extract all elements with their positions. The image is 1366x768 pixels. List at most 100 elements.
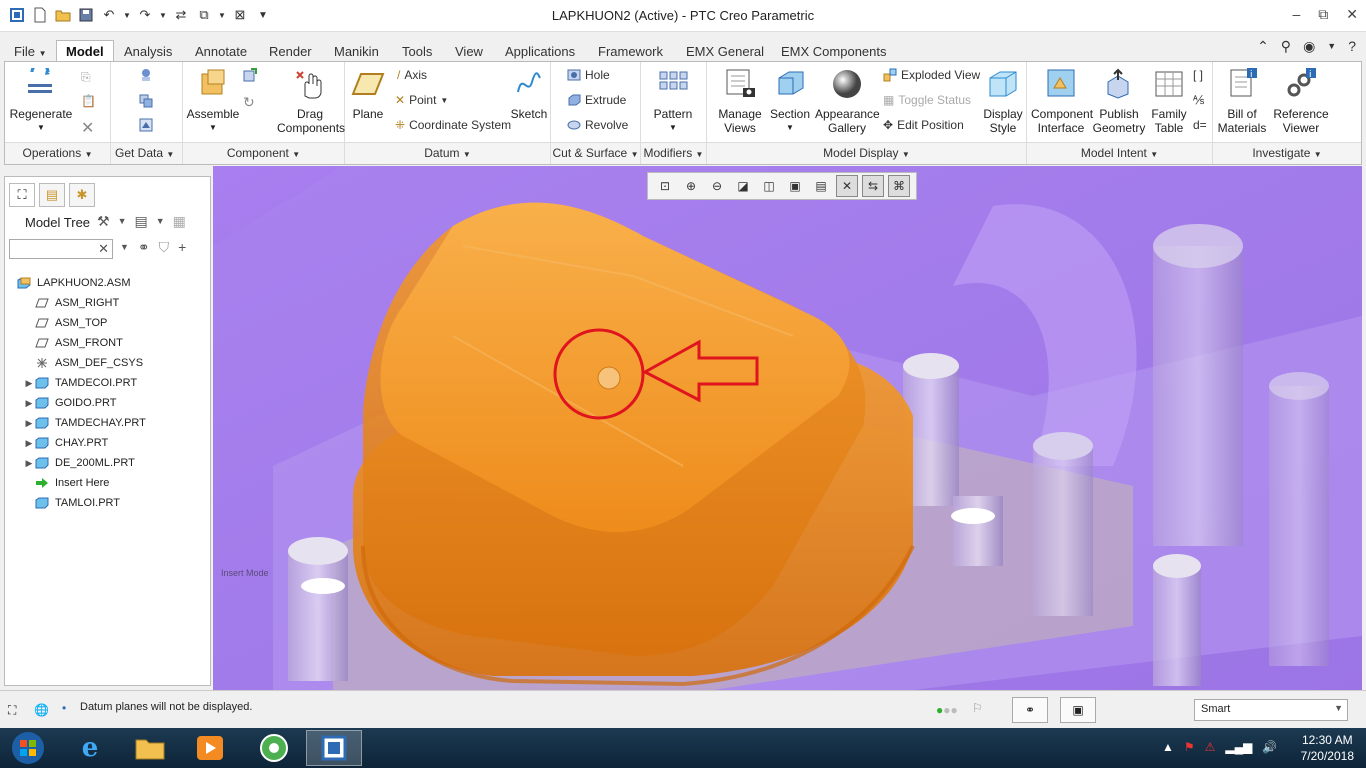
tab-annotate[interactable]: Annotate	[185, 40, 257, 62]
group-investigate-label[interactable]: Investigate ▼	[1213, 142, 1361, 164]
ptc-logo-icon[interactable]: ◉	[1303, 38, 1315, 55]
display-style-button[interactable]: Display Style	[983, 68, 1023, 135]
tab-emx-components[interactable]: EMX Components	[771, 40, 897, 62]
expand-arrow-icon[interactable]: ▶	[23, 438, 35, 449]
extrude-button[interactable]: Extrude	[567, 93, 626, 107]
axis-button[interactable]: / Axis	[397, 68, 427, 82]
user-defined-feature-icon[interactable]	[139, 68, 153, 82]
copy-icon[interactable]: ⎘	[81, 70, 91, 85]
datum-display-filters-icon[interactable]: ✕	[836, 175, 858, 197]
exploded-view-button[interactable]: Exploded View	[883, 68, 980, 82]
help-dropdown-icon[interactable]: ▼	[1327, 41, 1336, 55]
add-column-icon[interactable]: +	[178, 239, 186, 256]
tab-framework[interactable]: Framework	[588, 40, 673, 62]
creo-taskbar-icon[interactable]	[306, 730, 362, 766]
show-hidden-icons-icon[interactable]: ▲	[1162, 740, 1174, 754]
point-button[interactable]: ✕ Point ▼	[395, 93, 448, 107]
bill-of-materials-button[interactable]: i Bill of Materials	[1217, 68, 1267, 135]
binoculars-icon[interactable]: ⚭	[138, 239, 150, 256]
tree-settings-dropdown-icon[interactable]: ▼	[118, 216, 127, 230]
show-icon[interactable]: ▤	[134, 213, 147, 230]
zoom-in-icon[interactable]: ⊕	[680, 175, 702, 197]
component-interface-button[interactable]: Component Interface	[1031, 68, 1093, 135]
tree-node[interactable]: ▶ TAMDECOI.PRT	[5, 373, 210, 393]
spin-center-icon[interactable]: ⇆	[862, 175, 884, 197]
appearance-gallery-button[interactable]: Appearance Gallery	[815, 68, 880, 135]
tree-node[interactable]: ASM_TOP	[5, 313, 210, 333]
search-dropdown-icon[interactable]: ▼	[120, 242, 129, 256]
shrinkwrap-icon[interactable]	[139, 118, 153, 132]
help-icon[interactable]: ?	[1348, 38, 1356, 55]
group-model-display-label[interactable]: Model Display ▼	[707, 142, 1026, 164]
volume-icon[interactable]: 🔊	[1262, 740, 1277, 754]
parameters-icon[interactable]: [ ]	[1193, 68, 1203, 82]
group-modifiers-label[interactable]: Modifiers ▼	[641, 142, 706, 164]
group-datum-label[interactable]: Datum ▼	[345, 142, 550, 164]
drag-components-button[interactable]: Drag Components	[277, 68, 345, 135]
expand-arrow-icon[interactable]: ▶	[23, 398, 35, 409]
group-cut-surface-label[interactable]: Cut & Surface ▼	[551, 142, 640, 164]
tree-node[interactable]: ASM_DEF_CSYS	[5, 353, 210, 373]
sketch-button[interactable]: Sketch	[509, 68, 549, 121]
annotation-display-icon[interactable]: ⌘	[888, 175, 910, 197]
security-icon[interactable]: ⚠	[1205, 740, 1216, 754]
regenerate-button[interactable]: Regenerate ▼	[9, 62, 73, 135]
display-style-view-icon[interactable]: ◫	[758, 175, 780, 197]
hole-button[interactable]: Hole	[567, 68, 610, 82]
tree-node[interactable]: ▶ DE_200ML.PRT	[5, 453, 210, 473]
tree-node[interactable]: ASM_FRONT	[5, 333, 210, 353]
tab-emx-general[interactable]: EMX General	[676, 40, 774, 62]
view-manager-icon[interactable]: ▤	[810, 175, 832, 197]
file-explorer-taskbar-icon[interactable]	[122, 730, 178, 766]
minimize-icon[interactable]: –	[1292, 6, 1300, 23]
reference-viewer-button[interactable]: i Reference Viewer	[1269, 68, 1333, 135]
expand-arrow-icon[interactable]: ▶	[23, 378, 35, 389]
signal-icon[interactable]: ▂▄▆	[1225, 740, 1252, 754]
favorites-tab-icon[interactable]: ✱	[69, 183, 95, 207]
tab-applications[interactable]: Applications	[495, 40, 585, 62]
tree-node[interactable]: ▶ TAMDECHAY.PRT	[5, 413, 210, 433]
publish-geometry-button[interactable]: Publish Geometry	[1091, 68, 1147, 135]
section-button[interactable]: Section ▼	[769, 68, 811, 135]
refit-icon[interactable]: ⊡	[654, 175, 676, 197]
internet-explorer-taskbar-icon[interactable]: e	[62, 730, 118, 766]
repeat-icon[interactable]: ↻	[243, 94, 255, 111]
tab-analysis[interactable]: Analysis	[114, 40, 182, 62]
assemble-button[interactable]: Assemble ▼	[185, 68, 241, 135]
edit-position-button[interactable]: ✥ Edit Position	[883, 118, 964, 132]
graphics-viewport[interactable]: Insert Mode ⊡ ⊕ ⊖ ◪ ◫ ▣ ▤ ✕ ⇆ ⌘	[213, 166, 1362, 690]
relations-icon[interactable]: d=	[1193, 118, 1207, 132]
group-get-data-label[interactable]: Get Data ▼	[111, 142, 182, 164]
zoom-out-icon[interactable]: ⊖	[706, 175, 728, 197]
selection-filter-select[interactable]: Smart ▼	[1194, 699, 1348, 721]
find-icon[interactable]: ⚭	[1012, 697, 1048, 723]
group-component-label[interactable]: Component ▼	[183, 142, 344, 164]
network-warning-icon[interactable]: ⚑	[1184, 740, 1195, 754]
create-component-icon[interactable]	[243, 68, 257, 82]
restore-icon[interactable]: ⧉	[1318, 6, 1328, 23]
selection-buffer-icon[interactable]: ▣	[1060, 697, 1096, 723]
folder-browser-tab-icon[interactable]: ▤	[39, 183, 65, 207]
tree-node[interactable]: TAMLOI.PRT	[5, 493, 210, 513]
plane-button[interactable]: Plane	[351, 68, 385, 121]
collapse-ribbon-icon[interactable]: ⌃	[1257, 38, 1269, 55]
switch-dimensions-icon[interactable]: ⅍	[1193, 93, 1204, 107]
delete-icon[interactable]: ✕	[81, 118, 94, 138]
tree-search-input[interactable]: ✕	[9, 239, 113, 259]
saved-orientations-icon[interactable]: ▣	[784, 175, 806, 197]
tree-settings-icon[interactable]: ⚒	[97, 213, 110, 230]
tab-tools[interactable]: Tools	[392, 40, 442, 62]
browser-icon[interactable]: 🌐	[34, 703, 49, 717]
toggle-status-button[interactable]: ▦ Toggle Status	[883, 93, 971, 107]
tree-node[interactable]: LAPKHUON2.ASM	[5, 273, 210, 293]
coordinate-system-button[interactable]: ⁜ Coordinate System	[395, 118, 511, 132]
expand-arrow-icon[interactable]: ▶	[23, 418, 35, 429]
flag-icon[interactable]: ⚐	[972, 701, 983, 715]
tab-model[interactable]: Model	[56, 40, 114, 62]
group-model-intent-label[interactable]: Model Intent ▼	[1027, 142, 1212, 164]
repaint-icon[interactable]: ◪	[732, 175, 754, 197]
filter-icon[interactable]: ⛉	[159, 239, 170, 256]
group-operations-label[interactable]: Operations ▼	[5, 142, 110, 164]
family-table-button[interactable]: Family Table	[1151, 68, 1187, 135]
tab-view[interactable]: View	[445, 40, 493, 62]
